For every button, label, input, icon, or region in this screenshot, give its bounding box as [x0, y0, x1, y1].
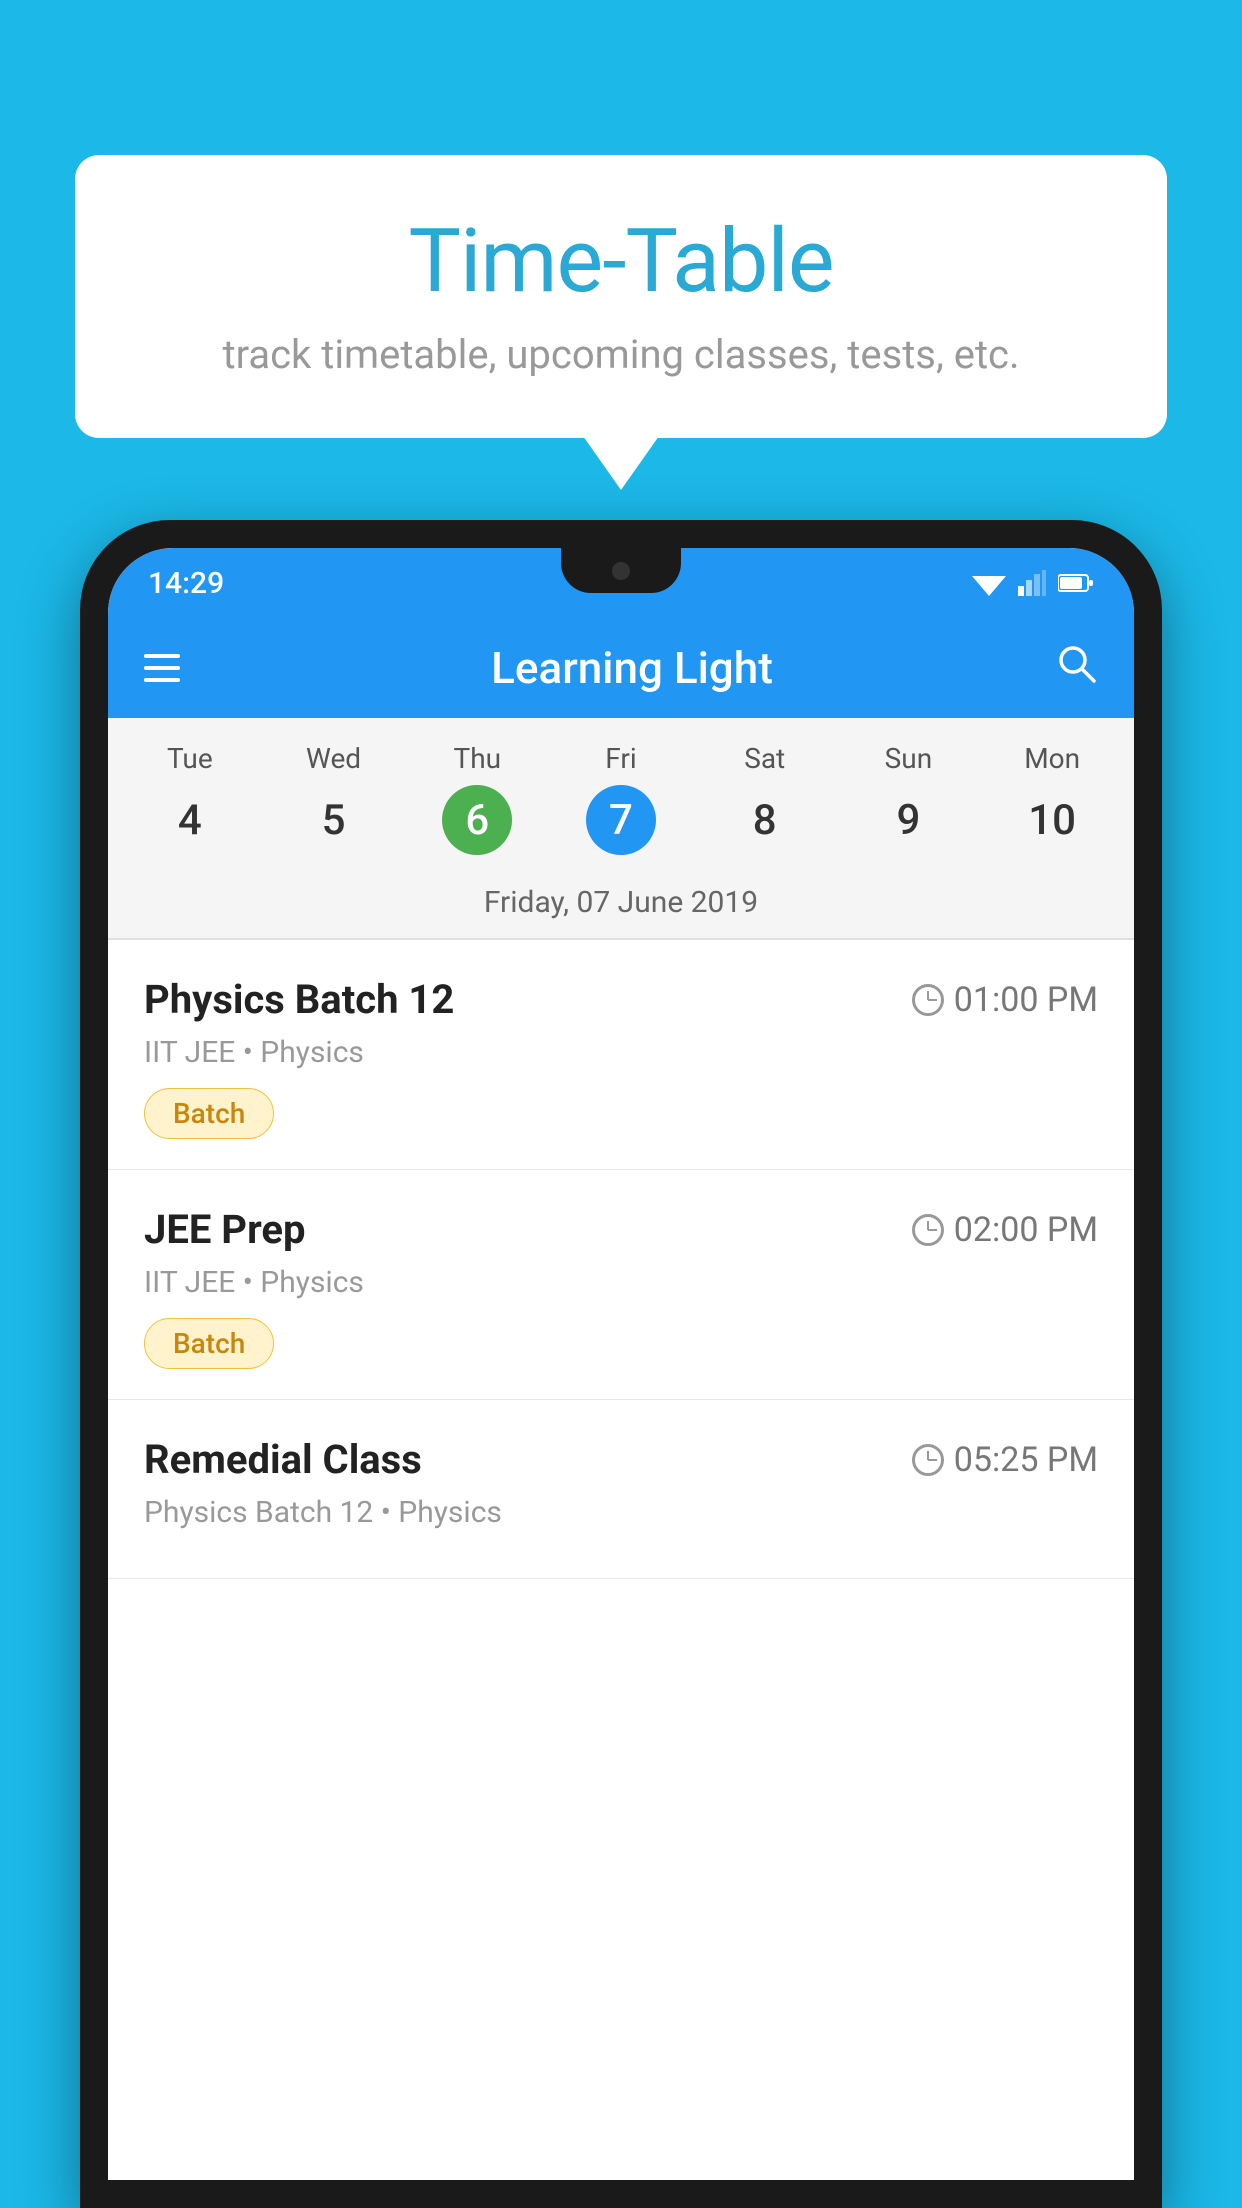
schedule-time-3: 05:25 PM [912, 1440, 1098, 1480]
signal-icon [1018, 570, 1046, 596]
schedule-meta-3: Physics Batch 12 • Physics [144, 1495, 1098, 1530]
hamburger-line-3 [144, 678, 180, 682]
day-labels: Tue Wed Thu Fri Sat Sun Mon [108, 736, 1134, 781]
status-icons [972, 570, 1094, 596]
day-10[interactable]: 10 [1017, 785, 1087, 855]
speech-bubble: Time-Table track timetable, upcoming cla… [75, 155, 1167, 438]
schedule-item-3[interactable]: Remedial Class 05:25 PM Physics Batch 12… [108, 1400, 1134, 1579]
camera-dot [612, 562, 630, 580]
wifi-icon [972, 570, 1006, 596]
day-label-fri: Fri [549, 736, 693, 781]
calendar-week: Tue Wed Thu Fri Sat Sun Mon 4 5 6 7 8 9 … [108, 718, 1134, 875]
schedule-meta-1: IIT JEE • Physics [144, 1035, 1098, 1070]
status-time: 14:29 [148, 566, 224, 601]
schedule-list: Physics Batch 12 01:00 PM IIT JEE • Phys… [108, 940, 1134, 2180]
schedule-title-2: JEE Prep [144, 1206, 305, 1253]
status-bar: 14:29 [108, 548, 1134, 618]
batch-badge-1: Batch [144, 1088, 274, 1139]
hamburger-button[interactable] [144, 654, 180, 682]
day-6-today[interactable]: 6 [442, 785, 512, 855]
schedule-item-2[interactable]: JEE Prep 02:00 PM IIT JEE • Physics Batc… [108, 1170, 1134, 1400]
day-label-thu: Thu [405, 736, 549, 781]
schedule-title-3: Remedial Class [144, 1436, 422, 1483]
day-5[interactable]: 5 [299, 785, 369, 855]
clock-icon-2 [912, 1214, 944, 1246]
day-numbers: 4 5 6 7 8 9 10 [108, 781, 1134, 869]
day-label-sat: Sat [693, 736, 837, 781]
app-bar: Learning Light [108, 618, 1134, 718]
clock-icon-3 [912, 1444, 944, 1476]
bubble-subtitle: track timetable, upcoming classes, tests… [135, 331, 1107, 378]
day-label-sun: Sun [837, 736, 981, 781]
schedule-time-2: 02:00 PM [912, 1210, 1098, 1250]
day-9[interactable]: 9 [873, 785, 943, 855]
bubble-title: Time-Table [135, 210, 1107, 313]
phone-inner: 14:29 [108, 548, 1134, 2180]
batch-badge-2: Batch [144, 1318, 274, 1369]
hamburger-line-2 [144, 666, 180, 670]
schedule-item-3-header: Remedial Class 05:25 PM [144, 1436, 1098, 1483]
day-label-tue: Tue [118, 736, 262, 781]
schedule-item-2-header: JEE Prep 02:00 PM [144, 1206, 1098, 1253]
phone-frame: 14:29 [80, 520, 1162, 2208]
time-label-2: 02:00 PM [954, 1210, 1098, 1250]
schedule-item-1-header: Physics Batch 12 01:00 PM [144, 976, 1098, 1023]
schedule-title-1: Physics Batch 12 [144, 976, 454, 1023]
day-8[interactable]: 8 [730, 785, 800, 855]
day-label-wed: Wed [262, 736, 406, 781]
notch [561, 548, 681, 593]
schedule-item-1[interactable]: Physics Batch 12 01:00 PM IIT JEE • Phys… [108, 940, 1134, 1170]
schedule-meta-2: IIT JEE • Physics [144, 1265, 1098, 1300]
selected-date-label: Friday, 07 June 2019 [108, 875, 1134, 938]
search-icon[interactable] [1054, 641, 1098, 696]
speech-bubble-container: Time-Table track timetable, upcoming cla… [75, 155, 1167, 438]
schedule-time-1: 01:00 PM [912, 980, 1098, 1020]
day-label-mon: Mon [980, 736, 1124, 781]
app-title: Learning Light [210, 642, 1054, 694]
day-4[interactable]: 4 [155, 785, 225, 855]
time-label-3: 05:25 PM [954, 1440, 1098, 1480]
time-label-1: 01:00 PM [954, 980, 1098, 1020]
hamburger-line-1 [144, 654, 180, 658]
day-7-selected[interactable]: 7 [586, 785, 656, 855]
battery-icon [1058, 573, 1094, 593]
clock-icon-1 [912, 984, 944, 1016]
